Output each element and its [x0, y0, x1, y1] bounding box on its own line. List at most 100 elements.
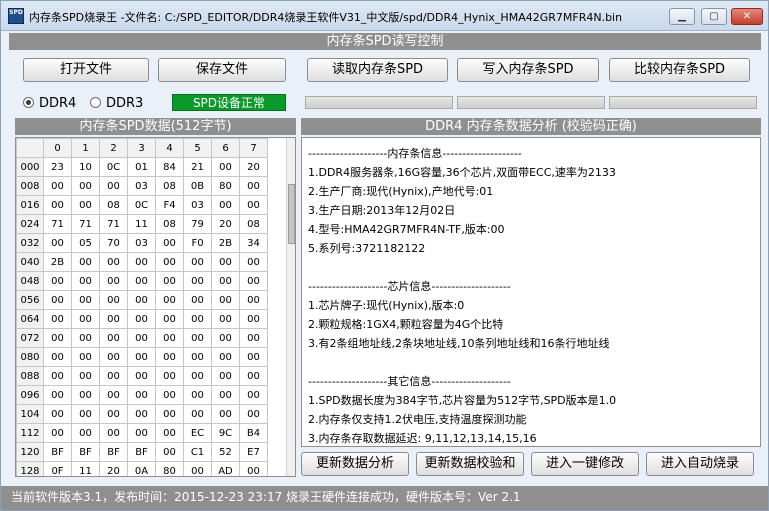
hex-cell[interactable]: 00 — [239, 461, 268, 476]
hex-cell[interactable]: B4 — [239, 423, 268, 443]
hex-cell[interactable]: 00 — [71, 309, 100, 329]
hex-cell[interactable]: 00 — [239, 366, 268, 386]
hex-cell[interactable]: 20 — [211, 214, 240, 234]
hex-cell[interactable]: 21 — [183, 157, 212, 177]
hex-cell[interactable]: 0A — [127, 461, 156, 476]
save-file-button[interactable]: 保存文件 — [158, 58, 286, 82]
hex-cell[interactable]: 00 — [211, 309, 240, 329]
hex-cell[interactable]: 08 — [99, 195, 128, 215]
hex-cell[interactable]: 00 — [183, 309, 212, 329]
hex-cell[interactable]: 00 — [127, 252, 156, 272]
minimize-button[interactable]: ▁ — [669, 8, 695, 25]
hex-cell[interactable]: 00 — [239, 328, 268, 348]
hex-cell[interactable]: F4 — [155, 195, 184, 215]
hex-cell[interactable]: 00 — [211, 347, 240, 367]
hex-cell[interactable]: 00 — [211, 157, 240, 177]
hex-cell[interactable]: 11 — [71, 461, 100, 476]
hex-cell[interactable]: 00 — [43, 366, 72, 386]
hex-cell[interactable]: 2B — [211, 233, 240, 253]
hex-cell[interactable]: 0B — [183, 176, 212, 196]
hex-cell[interactable]: 00 — [155, 442, 184, 462]
hex-cell[interactable]: 08 — [239, 214, 268, 234]
hex-cell[interactable]: 00 — [183, 385, 212, 405]
hex-cell[interactable]: 00 — [43, 347, 72, 367]
open-file-button[interactable]: 打开文件 — [23, 58, 149, 82]
hex-cell[interactable]: 00 — [155, 309, 184, 329]
hex-cell[interactable]: 00 — [99, 252, 128, 272]
hex-cell[interactable]: 00 — [71, 423, 100, 443]
ddr4-radio[interactable]: DDR4 — [23, 97, 76, 111]
refresh-checksum-button[interactable]: 更新数据校验和 — [416, 452, 524, 476]
hex-cell[interactable]: 00 — [71, 271, 100, 291]
hex-cell[interactable]: 0C — [127, 195, 156, 215]
hex-cell[interactable]: 52 — [211, 442, 240, 462]
hex-cell[interactable]: 00 — [155, 423, 184, 443]
hex-cell[interactable]: 00 — [127, 404, 156, 424]
hex-cell[interactable]: 00 — [155, 347, 184, 367]
hex-cell[interactable]: 11 — [127, 214, 156, 234]
hex-cell[interactable]: 79 — [183, 214, 212, 234]
hex-cell[interactable]: 00 — [211, 271, 240, 291]
hex-cell[interactable]: 00 — [43, 309, 72, 329]
refresh-analysis-button[interactable]: 更新数据分析 — [301, 452, 409, 476]
hex-cell[interactable]: 00 — [43, 176, 72, 196]
hex-cell[interactable]: 05 — [71, 233, 100, 253]
read-spd-button[interactable]: 读取内存条SPD — [307, 58, 448, 82]
one-click-edit-button[interactable]: 进入一键修改 — [531, 452, 639, 476]
hex-cell[interactable]: 00 — [183, 404, 212, 424]
spd-hex-grid[interactable]: 0 1 2 3 4 5 6 7 000 23 10 0C 01 84 21 00 20 008 00 00 00 03 08… — [15, 137, 296, 477]
hex-cell[interactable]: AD — [211, 461, 240, 476]
scrollbar-thumb[interactable] — [288, 184, 295, 244]
hex-cell[interactable]: 9C — [211, 423, 240, 443]
hex-cell[interactable]: 00 — [71, 385, 100, 405]
hex-cell[interactable]: 10 — [71, 157, 100, 177]
maximize-button[interactable]: ▢ — [701, 8, 727, 25]
hex-cell[interactable]: 00 — [239, 290, 268, 310]
hex-cell[interactable]: 00 — [211, 404, 240, 424]
hex-cell[interactable]: 23 — [43, 157, 72, 177]
hex-cell[interactable]: 00 — [99, 385, 128, 405]
hex-cell[interactable]: 0C — [99, 157, 128, 177]
hex-cell[interactable]: 00 — [211, 385, 240, 405]
hex-cell[interactable]: 00 — [239, 195, 268, 215]
hex-cell[interactable]: 00 — [211, 195, 240, 215]
hex-cell[interactable]: 00 — [99, 271, 128, 291]
hex-cell[interactable]: 00 — [71, 176, 100, 196]
hex-cell[interactable]: 20 — [239, 157, 268, 177]
hex-cell[interactable]: 70 — [99, 233, 128, 253]
hex-cell[interactable]: 00 — [43, 328, 72, 348]
hex-cell[interactable]: 00 — [99, 423, 128, 443]
hex-cell[interactable]: 00 — [211, 252, 240, 272]
hex-cell[interactable]: 00 — [71, 347, 100, 367]
hex-cell[interactable]: 84 — [155, 157, 184, 177]
hex-cell[interactable]: 34 — [239, 233, 268, 253]
close-button[interactable]: ✕ — [731, 8, 763, 25]
hex-cell[interactable]: 00 — [183, 252, 212, 272]
hex-cell[interactable]: 20 — [99, 461, 128, 476]
hex-cell[interactable]: 00 — [183, 328, 212, 348]
hex-cell[interactable]: 00 — [183, 347, 212, 367]
hex-cell[interactable]: 00 — [71, 404, 100, 424]
hex-cell[interactable]: 00 — [239, 271, 268, 291]
ddr3-radio[interactable]: DDR3 — [90, 97, 143, 111]
hex-cell[interactable]: 00 — [127, 347, 156, 367]
hex-cell[interactable]: 00 — [155, 366, 184, 386]
hex-cell[interactable]: 2B — [43, 252, 72, 272]
hex-cell[interactable]: 00 — [99, 404, 128, 424]
hex-cell[interactable]: 00 — [183, 366, 212, 386]
hex-cell[interactable]: 00 — [43, 271, 72, 291]
hex-cell[interactable]: BF — [127, 442, 156, 462]
hex-cell[interactable]: 0F — [43, 461, 72, 476]
hex-cell[interactable]: 08 — [155, 176, 184, 196]
hex-cell[interactable]: 00 — [43, 195, 72, 215]
hex-grid-scrollbar[interactable] — [286, 138, 295, 476]
hex-cell[interactable]: 00 — [127, 385, 156, 405]
hex-cell[interactable]: 00 — [183, 271, 212, 291]
hex-cell[interactable]: 00 — [43, 404, 72, 424]
auto-burn-button[interactable]: 进入自动烧录 — [646, 452, 754, 476]
hex-cell[interactable]: 00 — [43, 423, 72, 443]
hex-cell[interactable]: 00 — [43, 290, 72, 310]
hex-cell[interactable]: 00 — [239, 404, 268, 424]
hex-cell[interactable]: 71 — [43, 214, 72, 234]
hex-cell[interactable]: BF — [43, 442, 72, 462]
